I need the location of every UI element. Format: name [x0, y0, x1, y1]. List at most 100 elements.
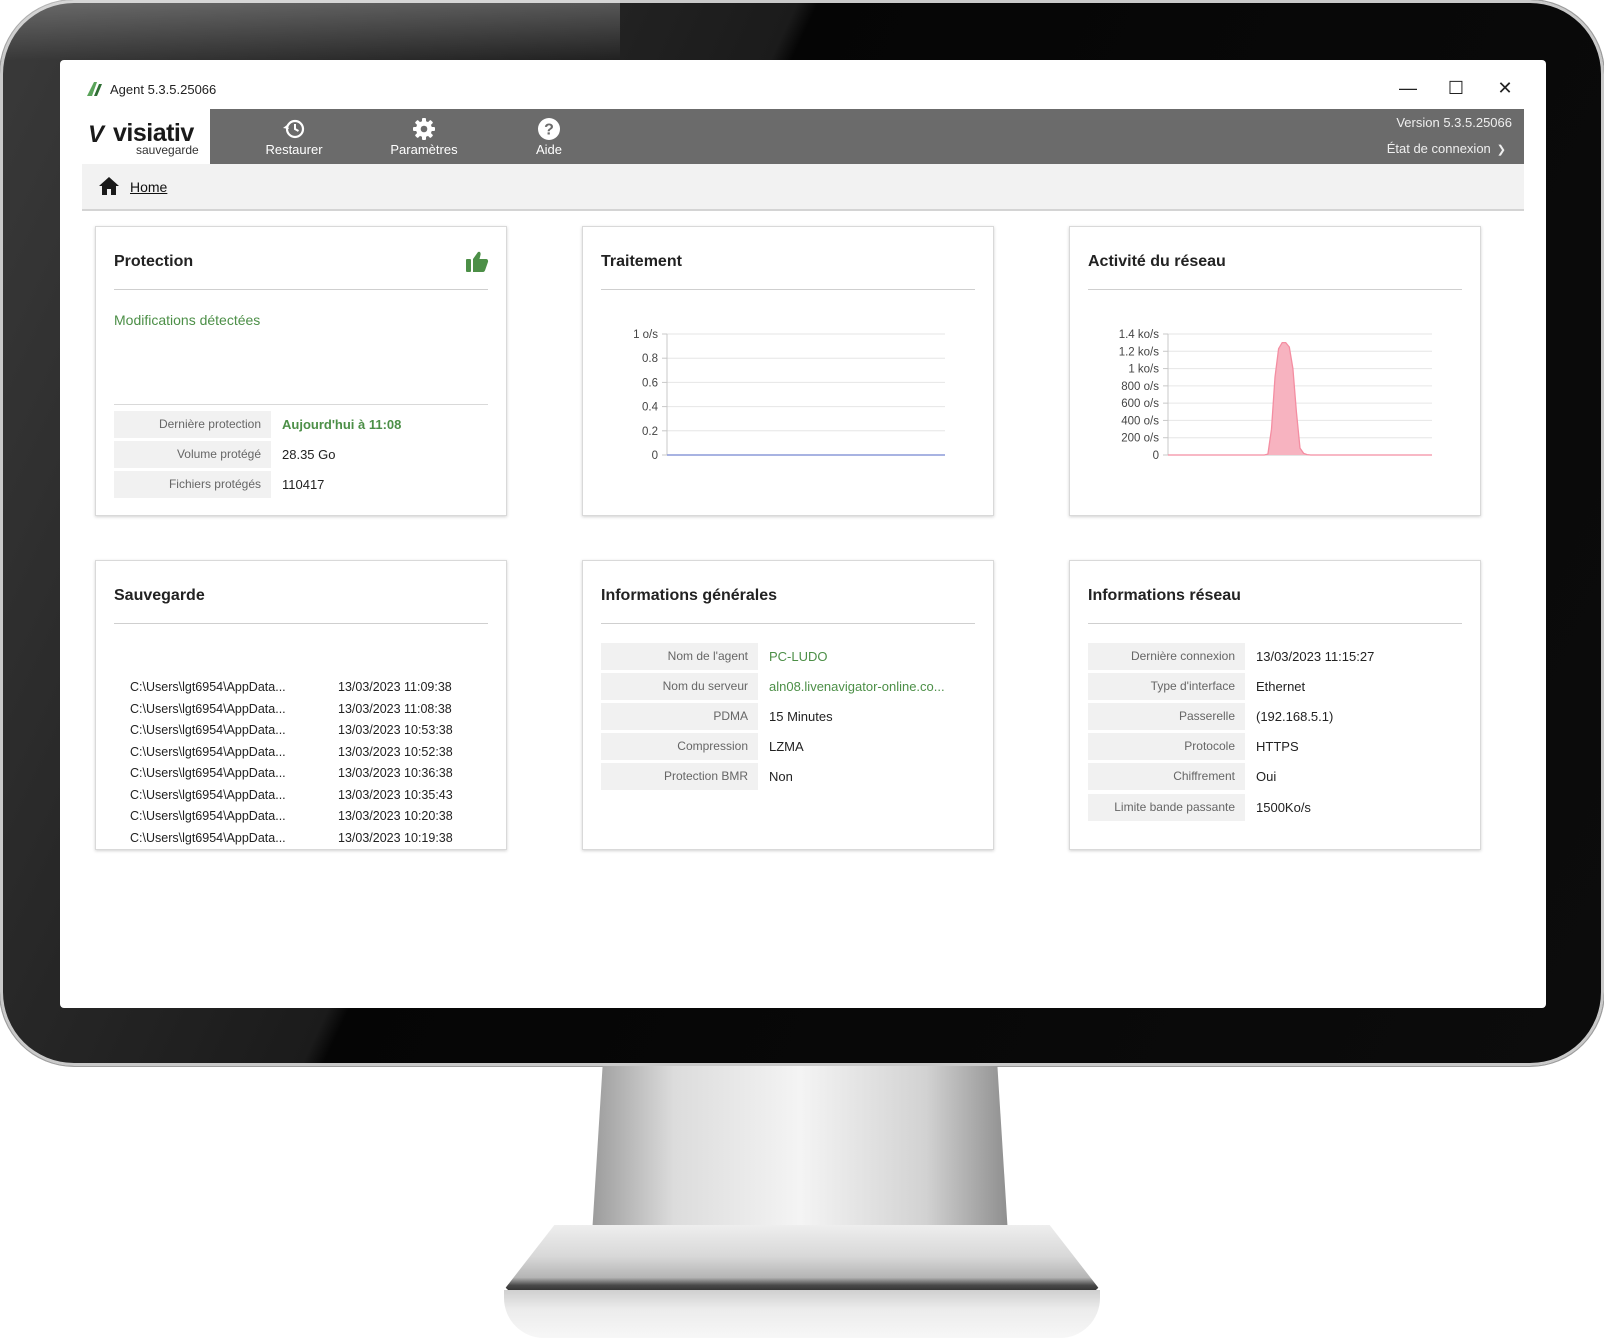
info-key: PDMA — [601, 703, 758, 730]
nav-settings-button[interactable]: Paramètres — [369, 109, 479, 164]
info-key: Fichiers protégés — [114, 471, 271, 498]
info-key: Dernière protection — [114, 411, 271, 438]
app-logo-icon — [87, 82, 102, 96]
info-row: Chiffrement Oui — [1088, 763, 1462, 790]
chart-tick-label: 0.4 — [642, 402, 659, 414]
general-info-card: Informations générales Nom de l'agent PC… — [582, 560, 994, 850]
title-bar: Agent 5.3.5.25066 — ☐ ✕ — [60, 60, 1546, 110]
breadcrumb: Home — [82, 164, 1524, 211]
backup-path: C:\Users\lgt6954\AppData... — [130, 787, 286, 802]
backup-list: C:\Users\lgt6954\AppData... 13/03/2023 1… — [130, 677, 490, 849]
brand-subtitle: sauvegarde — [136, 143, 199, 157]
backup-path: C:\Users\lgt6954\AppData... — [130, 701, 286, 716]
chart-tick-label: 1 ko/s — [1128, 364, 1159, 376]
top-navbar: V visiativ sauvegarde Restaurer Paramètr… — [82, 109, 1524, 164]
info-key: Protection BMR — [601, 763, 758, 790]
info-row: Nom du serveur aln08.livenavigator-onlin… — [601, 673, 975, 700]
network-activity-chart: 1.4 ko/s 1.2 ko/s 1 ko/s 800 o/s 600 o/s 400 … — [1119, 329, 1432, 462]
backup-path: C:\Users\lgt6954\AppData... — [130, 830, 286, 845]
chart-tick-label: 1.2 ko/s — [1119, 346, 1160, 358]
protection-card: Protection Modifications détectées Derni… — [95, 226, 507, 516]
backup-date: 13/03/2023 10:19:38 — [338, 830, 453, 845]
processing-chart: 1 o/s 0.8 0.6 0.4 0.2 0 — [633, 329, 945, 462]
backup-entry: C:\Users\lgt6954\AppData... 13/03/2023 1… — [130, 806, 490, 828]
processing-card: Traitement 1 o/s 0.8 0.6 0.4 0.2 0 — [582, 226, 994, 516]
info-key: Type d'interface — [1088, 673, 1245, 700]
svg-text:?: ? — [544, 122, 554, 139]
chart-tick-label: 400 o/s — [1121, 415, 1159, 427]
info-value: Aujourd'hui à 11:08 — [282, 417, 402, 432]
backup-date: 13/03/2023 10:53:38 — [338, 723, 453, 737]
backup-date: 13/03/2023 10:52:38 — [338, 744, 453, 759]
chart-tick-label: 1.4 ko/s — [1119, 329, 1160, 341]
info-value: 1500Ko/s — [1256, 800, 1311, 815]
home-icon — [99, 177, 119, 195]
general-info-title: Informations générales — [601, 587, 778, 604]
info-key: Nom du serveur — [601, 673, 758, 700]
chart-tick-label: 200 o/s — [1121, 433, 1159, 445]
info-row: Nom de l'agent PC-LUDO — [601, 643, 975, 670]
brand-mark: V — [88, 121, 105, 148]
brand-logo: V visiativ sauvegarde — [82, 109, 210, 164]
info-key: Volume protégé — [114, 441, 271, 468]
backup-entry: C:\Users\lgt6954\AppData... 13/03/2023 1… — [130, 677, 490, 699]
info-row: Type d'interface Ethernet — [1088, 673, 1462, 700]
backup-date: 13/03/2023 10:20:38 — [338, 809, 453, 823]
network-info-card: Informations réseau Dernière connexion 1… — [1069, 560, 1481, 850]
app-window: Agent 5.3.5.25066 — ☐ ✕ V visiativ sauve… — [60, 60, 1546, 1008]
info-value: Ethernet — [1256, 679, 1306, 694]
backup-path: C:\Users\lgt6954\AppData... — [130, 744, 286, 759]
breadcrumb-home-link[interactable]: Home — [130, 179, 167, 195]
info-key: Chiffrement — [1088, 763, 1245, 790]
backup-entry: C:\Users\lgt6954\AppData... 13/03/2023 1… — [130, 699, 490, 721]
chart-tick-label: 0.8 — [642, 353, 658, 365]
chart-tick-label: 600 o/s — [1121, 398, 1159, 410]
backup-path: C:\Users\lgt6954\AppData... — [130, 809, 286, 823]
nav-help-label: Aide — [535, 142, 563, 157]
info-row: PDMA 15 Minutes — [601, 703, 975, 730]
monitor-stand-base — [500, 1225, 1104, 1295]
chevron-down-icon: ❯ — [1496, 144, 1506, 156]
info-value: LZMA — [769, 739, 804, 754]
protection-status: Modifications détectées — [114, 312, 261, 328]
info-key: Passerelle — [1088, 703, 1245, 730]
info-key: Dernière connexion — [1088, 643, 1245, 670]
window-title: Agent 5.3.5.25066 — [110, 82, 217, 97]
network-activity-card: Activité du réseau 1.4 ko/s 1.2 ko/s 1 ko/… — [1069, 226, 1481, 516]
info-key: Compression — [601, 733, 758, 760]
info-value: 110417 — [282, 477, 325, 492]
backup-entry: C:\Users\lgt6954\AppData... 13/03/2023 1… — [130, 785, 490, 807]
info-row: Fichiers protégés 110417 — [114, 471, 488, 498]
thumbs-up-icon — [466, 251, 489, 272]
chart-tick-label: 0 — [1153, 450, 1159, 462]
info-row: Protocole HTTPS — [1088, 733, 1462, 760]
chart-tick-label: 0.6 — [642, 377, 658, 389]
info-row: Passerelle (192.168.5.1) — [1088, 703, 1462, 730]
close-button[interactable]: ✕ — [1490, 74, 1520, 102]
backup-entry: C:\Users\lgt6954\AppData... 13/03/2023 1… — [130, 763, 490, 785]
nav-settings-label: Paramètres — [390, 142, 458, 157]
maximize-button[interactable]: ☐ — [1441, 74, 1471, 102]
backup-date: 13/03/2023 11:08:38 — [338, 701, 452, 716]
info-row: Volume protégé 28.35 Go — [114, 441, 488, 468]
connection-state-label: État de connexion — [1386, 141, 1491, 156]
monitor-stand-foot — [504, 1290, 1100, 1338]
nav-help-button[interactable]: ? Aide — [494, 109, 604, 164]
monitor-gloss — [0, 0, 620, 60]
nav-restore-button[interactable]: Restaurer — [239, 109, 349, 164]
info-row: Dernière protection Aujourd'hui à 11:08 — [114, 411, 488, 438]
backup-card: Sauvegarde C:\Users\lgt6954\AppData... 1… — [95, 560, 507, 850]
connection-state-dropdown[interactable]: État de connexion ❯ — [1387, 141, 1506, 156]
network-info-title: Informations réseau — [1088, 587, 1241, 604]
minimize-button[interactable]: — — [1393, 74, 1423, 102]
backup-date: 13/03/2023 10:35:43 — [338, 787, 453, 802]
backup-entry: C:\Users\lgt6954\AppData... 13/03/2023 1… — [130, 720, 490, 742]
info-value: (192.168.5.1) — [1256, 709, 1334, 724]
backup-path: C:\Users\lgt6954\AppData... — [130, 680, 286, 694]
card-divider — [1088, 623, 1462, 624]
info-key: Nom de l'agent — [601, 643, 758, 670]
chart-tick-label: 800 o/s — [1121, 381, 1159, 393]
info-key: Limite bande passante — [1088, 794, 1245, 821]
info-row: Protection BMR Non — [601, 763, 975, 790]
backup-entry: C:\Users\lgt6954\AppData... 13/03/2023 1… — [130, 828, 490, 850]
